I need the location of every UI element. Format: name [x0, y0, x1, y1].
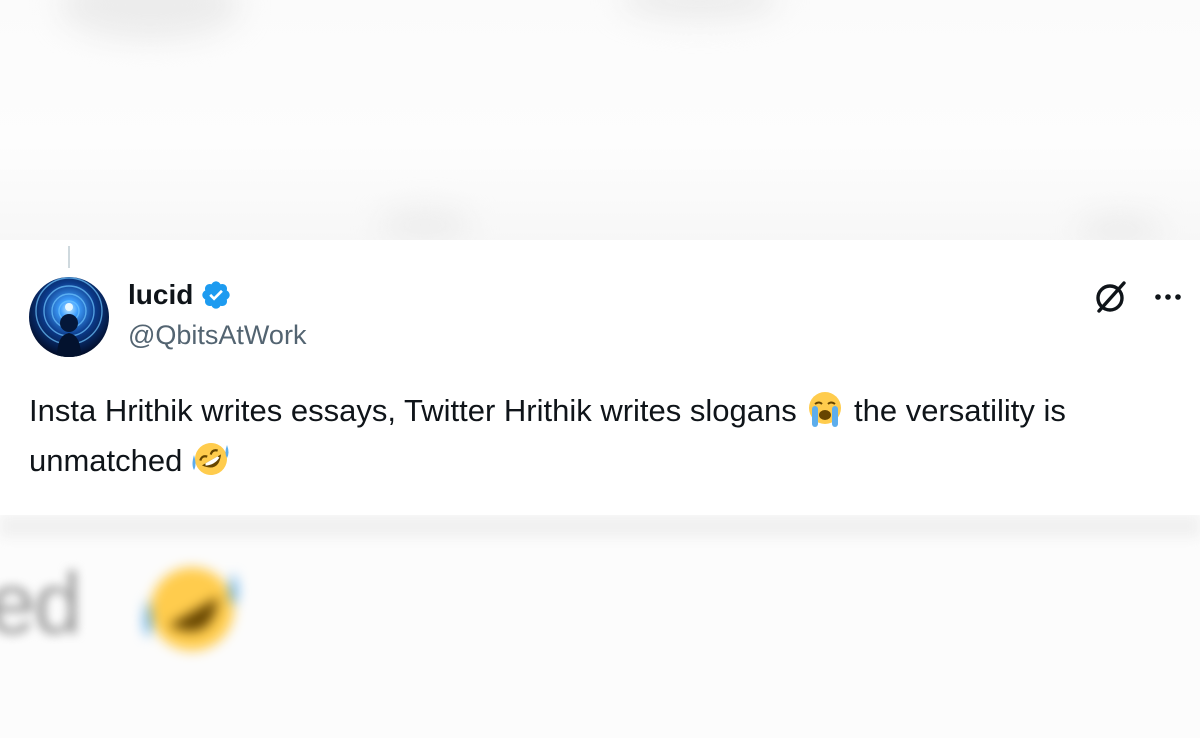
- blurred-background-top: [0, 0, 1200, 245]
- more-options-icon[interactable]: [1150, 281, 1186, 313]
- blurred-background-bottom: ed: [0, 515, 1200, 738]
- author-handle[interactable]: @QbitsAtWork: [128, 320, 306, 351]
- rolling-on-floor-laughing-emoji-icon: [192, 443, 229, 475]
- tweet-card[interactable]: lucid @QbitsAtWork Insta Hrithik writes …: [0, 240, 1200, 515]
- thread-connector-line: [68, 246, 70, 268]
- avatar[interactable]: [29, 277, 109, 357]
- blurred-laughing-emoji-icon: [143, 567, 238, 651]
- verified-badge-icon: [202, 281, 231, 309]
- author-name[interactable]: lucid: [128, 279, 193, 311]
- blurred-text: ed: [0, 556, 82, 652]
- grok-icon[interactable]: [1091, 277, 1131, 317]
- tweet-text: Insta Hrithik writes essays, Twitter Hri…: [29, 386, 1129, 486]
- crying-face-emoji-icon: [809, 392, 842, 427]
- tweet-text-part1: Insta Hrithik writes essays, Twitter Hri…: [29, 393, 797, 428]
